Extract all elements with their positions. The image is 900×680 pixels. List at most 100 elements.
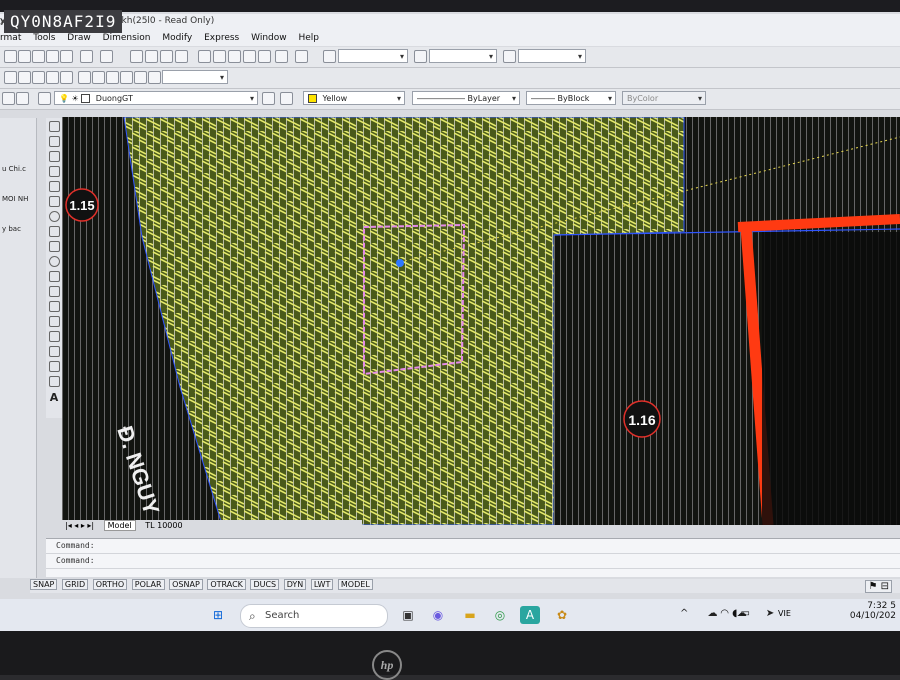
meet-icon[interactable]: ◉: [428, 606, 448, 624]
layer-states-icon[interactable]: [2, 92, 15, 105]
spline-icon[interactable]: [48, 241, 60, 252]
properties-icon[interactable]: [198, 50, 211, 63]
undo-icon[interactable]: [80, 50, 93, 63]
layer-manager-icon[interactable]: [38, 92, 51, 105]
tab-model[interactable]: Model: [103, 520, 136, 531]
point-icon[interactable]: [48, 316, 60, 327]
save-icon[interactable]: [32, 50, 45, 63]
rectangle-icon[interactable]: [48, 181, 60, 192]
circle-icon[interactable]: [48, 211, 60, 222]
continue-icon[interactable]: [134, 71, 147, 84]
polygon-icon[interactable]: [48, 166, 60, 177]
autocad-icon[interactable]: A: [520, 606, 540, 624]
dim-update-combo[interactable]: ▾: [162, 70, 228, 84]
baseline-icon[interactable]: [120, 71, 133, 84]
layer-previous-2-icon[interactable]: [280, 92, 293, 105]
redo-icon[interactable]: [100, 50, 113, 63]
palette-item[interactable]: MOI NH: [0, 193, 36, 205]
ellipse-icon[interactable]: [48, 256, 60, 267]
markup-icon[interactable]: [258, 50, 271, 63]
text-style-icon[interactable]: [323, 50, 336, 63]
linetype-combo[interactable]: ―――――― ByLayer ▾: [412, 91, 520, 105]
calculator-icon[interactable]: [275, 50, 288, 63]
taskbar-search[interactable]: ⌕ Search: [240, 604, 388, 628]
lineweight-combo[interactable]: ――― ByBlock ▾: [526, 91, 616, 105]
quick-dim-icon[interactable]: [106, 71, 119, 84]
menu-express[interactable]: Express: [204, 30, 239, 43]
layer-previous-icon[interactable]: [16, 92, 29, 105]
new-icon[interactable]: [4, 50, 17, 63]
language-indicator[interactable]: VIE: [778, 609, 791, 618]
status-lwt[interactable]: LWT: [310, 579, 334, 590]
command-input[interactable]: Command:: [46, 554, 900, 569]
close-icon[interactable]: x: [0, 16, 892, 27]
palette-item[interactable]: y bac: [0, 223, 36, 235]
color-combo[interactable]: Yellow ▾: [303, 91, 405, 105]
communication-center-icon[interactable]: ⚑ ⊟: [865, 580, 892, 593]
coccoc-browser-icon[interactable]: ◎: [490, 606, 510, 624]
status-dyn[interactable]: DYN: [283, 579, 307, 590]
dim-style-combo[interactable]: ▾: [429, 49, 497, 63]
help-icon[interactable]: [295, 50, 308, 63]
hatch-icon[interactable]: [48, 331, 60, 342]
angular-icon[interactable]: [92, 71, 105, 84]
zoom-window-icon[interactable]: [160, 50, 173, 63]
grip-point[interactable]: [396, 259, 404, 267]
wifi-volume-battery-icons[interactable]: ◠ ◖ ▭: [720, 608, 750, 619]
linear-dim-icon[interactable]: [4, 71, 17, 84]
polyline-icon[interactable]: [48, 151, 60, 162]
status-model[interactable]: MODEL: [337, 579, 373, 590]
zoom-previous-icon[interactable]: [175, 50, 188, 63]
zoom-realtime-icon[interactable]: [145, 50, 158, 63]
ordinate-icon[interactable]: [46, 71, 59, 84]
text-style-combo[interactable]: ▾: [338, 49, 408, 63]
menu-window[interactable]: Window: [251, 30, 287, 43]
print-icon[interactable]: [46, 50, 59, 63]
tool-palettes-icon[interactable]: [228, 50, 241, 63]
diameter-icon[interactable]: [78, 71, 91, 84]
layer-combo[interactable]: 💡 ☀ DuongGT ▾: [54, 91, 258, 105]
region-icon[interactable]: [48, 361, 60, 372]
ellipse-arc-icon[interactable]: [48, 271, 60, 282]
insert-block-icon[interactable]: [48, 286, 60, 297]
pan-icon[interactable]: [130, 50, 143, 63]
table-style-icon[interactable]: [503, 50, 516, 63]
arc-length-icon[interactable]: [32, 71, 45, 84]
tab-nav-arrows[interactable]: |◂ ◂ ▸ ▸|: [62, 521, 97, 530]
tab-layout[interactable]: TL 10000: [142, 521, 185, 530]
table-icon[interactable]: [48, 376, 60, 387]
make-object-layer-current-icon[interactable]: [262, 92, 275, 105]
gradient-icon[interactable]: [48, 346, 60, 357]
arc-icon[interactable]: [48, 196, 60, 207]
cut-icon[interactable]: [60, 50, 73, 63]
aligned-dim-icon[interactable]: [18, 71, 31, 84]
status-osnap[interactable]: OSNAP: [169, 579, 203, 590]
multiline-text-icon[interactable]: A: [46, 391, 62, 404]
file-explorer-icon[interactable]: ▬: [460, 606, 480, 624]
make-block-icon[interactable]: [48, 301, 60, 312]
status-polar[interactable]: POLAR: [131, 579, 165, 590]
palette-item[interactable]: u Chi.c: [0, 163, 36, 175]
status-ortho[interactable]: ORTHO: [92, 579, 128, 590]
line-icon[interactable]: [48, 121, 60, 132]
radius-icon[interactable]: [60, 71, 73, 84]
command-window[interactable]: Command: Command:: [46, 538, 900, 577]
construction-line-icon[interactable]: [48, 136, 60, 147]
status-ducs[interactable]: DUCS: [250, 579, 280, 590]
app-icon[interactable]: ✿: [552, 606, 572, 624]
table-style-combo[interactable]: ▾: [518, 49, 586, 63]
drawing-canvas[interactable]: 1.15 1.16 Đ. NGUY: [62, 117, 900, 525]
plotstyle-combo[interactable]: ByColor ▾: [622, 91, 706, 105]
revision-cloud-icon[interactable]: [48, 226, 60, 237]
tolerance-icon[interactable]: [148, 71, 161, 84]
status-grid[interactable]: GRID: [61, 579, 89, 590]
task-view-icon[interactable]: ▣: [398, 606, 418, 624]
open-icon[interactable]: [18, 50, 31, 63]
menu-modify[interactable]: Modify: [162, 30, 192, 43]
status-snap[interactable]: SNAP: [30, 579, 58, 590]
design-center-icon[interactable]: [213, 50, 226, 63]
dim-style-icon[interactable]: [414, 50, 427, 63]
windows-start-icon[interactable]: ⊞: [208, 606, 228, 624]
menu-help[interactable]: Help: [299, 30, 320, 43]
status-otrack[interactable]: OTRACK: [207, 579, 246, 590]
